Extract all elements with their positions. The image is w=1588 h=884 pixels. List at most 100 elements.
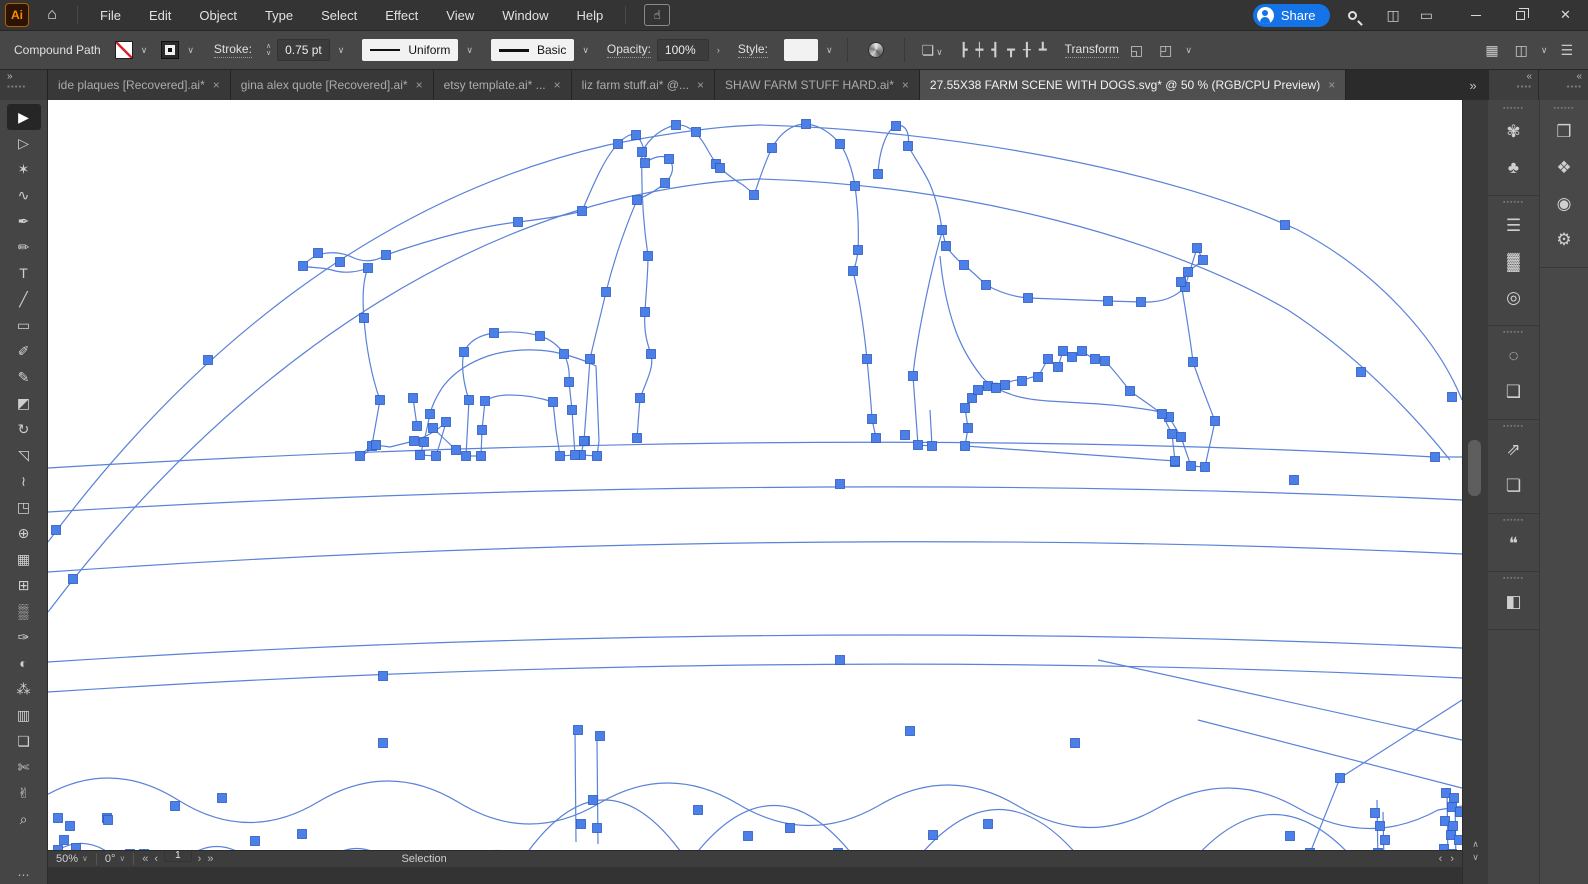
anchor-point[interactable] <box>871 433 881 443</box>
low-arc-1[interactable] <box>48 634 1462 663</box>
vertical-scrollbar[interactable]: ∧ ∨ <box>1462 100 1488 884</box>
workspace-grid-icon[interactable]: ▦ <box>1480 42 1503 59</box>
menu-item-effect[interactable]: Effect <box>371 0 432 31</box>
last-artboard-button[interactable]: » <box>207 851 213 867</box>
stroke-profile-select[interactable]: Uniform <box>362 39 459 61</box>
first-artboard-button[interactable]: « <box>142 851 148 867</box>
anchor-point[interactable] <box>1454 835 1463 845</box>
tab-overflow-button[interactable]: » <box>1458 70 1488 100</box>
arrange-documents-icon[interactable]: ◫ <box>1510 42 1533 59</box>
rotation-select[interactable]: 0° ∨ <box>105 851 125 867</box>
anchor-point[interactable] <box>833 848 843 851</box>
rectangle-tool[interactable]: ▭ <box>7 312 41 338</box>
anchor-point[interactable] <box>1430 452 1440 462</box>
stroke-label[interactable]: Stroke: <box>213 42 252 58</box>
anchor-point[interactable] <box>592 823 602 833</box>
arc-right-inner[interactable] <box>759 178 1451 461</box>
export-panel-button[interactable]: ⇗ <box>1494 433 1534 467</box>
anchor-point[interactable] <box>1043 354 1053 364</box>
document-tab[interactable]: liz farm stuff.ai* @... × <box>571 70 715 100</box>
anchor-point[interactable] <box>908 371 918 381</box>
ground-arc[interactable] <box>48 441 1462 469</box>
stroke-panel-button[interactable]: ☰ <box>1494 209 1534 243</box>
anchor-point[interactable] <box>1188 357 1198 367</box>
anchor-point[interactable] <box>640 307 650 317</box>
anchor-point[interactable] <box>873 169 883 179</box>
arc-left-inner[interactable] <box>48 178 761 613</box>
paintbrush-tool[interactable]: ✐ <box>7 338 41 364</box>
restore-button[interactable] <box>1498 0 1543 31</box>
anchor-point[interactable] <box>959 260 969 270</box>
anchor-point[interactable] <box>103 815 113 825</box>
appearance-panel-button[interactable]: ◌ <box>1494 339 1534 373</box>
arc-left-outer[interactable] <box>48 124 761 543</box>
anchor-point[interactable] <box>1157 409 1167 419</box>
anchor-point[interactable] <box>643 251 653 261</box>
anchor-point[interactable] <box>592 451 602 461</box>
anchor-point[interactable] <box>573 725 583 735</box>
lasso-tool[interactable]: ∿ <box>7 182 41 208</box>
menu-item-type[interactable]: Type <box>251 0 307 31</box>
anchor-point[interactable] <box>1289 475 1299 485</box>
anchor-point[interactable] <box>570 450 580 460</box>
minimize-button[interactable] <box>1453 0 1498 31</box>
anchor-point[interactable] <box>801 119 811 129</box>
fill-swatch[interactable] <box>114 41 133 59</box>
dock-group-grip[interactable]: ▪▪▪▪▪▪ <box>1488 423 1539 431</box>
select-similar-icon[interactable]: ◰ <box>1154 42 1177 59</box>
free-transform-tool[interactable]: ◳ <box>7 494 41 520</box>
anchor-point[interactable] <box>217 793 227 803</box>
tab-close-icon[interactable]: × <box>1328 78 1335 92</box>
anchor-point[interactable] <box>477 425 487 435</box>
anchor-point[interactable] <box>664 154 674 164</box>
hand-tool[interactable]: ✌ <box>7 780 41 806</box>
anchor-point[interactable] <box>381 250 391 260</box>
anchor-point[interactable] <box>459 347 469 357</box>
anchor-point[interactable] <box>415 450 425 460</box>
dock-group-grip[interactable]: ▪▪▪▪▪▪ <box>1488 199 1539 207</box>
gradient-tool[interactable]: ▒ <box>7 598 41 624</box>
anchor-point[interactable] <box>867 414 877 424</box>
transparency-panel-button[interactable]: ◎ <box>1494 281 1534 315</box>
goat-outline[interactable] <box>636 123 877 439</box>
document-tab[interactable]: ide plaques [Recovered].ai* × <box>48 70 231 100</box>
shaper-tool[interactable]: ✎ <box>7 364 41 390</box>
dock-group-grip[interactable]: ▪▪▪▪▪▪ <box>1488 575 1539 583</box>
anchor-point[interactable] <box>1058 346 1068 356</box>
previous-artboard-button[interactable]: ‹ <box>154 851 158 867</box>
anchor-point[interactable] <box>139 849 149 851</box>
anchor-point[interactable] <box>1356 367 1366 377</box>
scrollbar-thumb[interactable] <box>1468 440 1481 496</box>
anchor-point[interactable] <box>1447 392 1457 402</box>
panel-layout-icon[interactable]: ▭ <box>1410 7 1443 24</box>
transform-label[interactable]: Transform <box>1064 42 1119 58</box>
gradient-panel-button[interactable]: ▓ <box>1494 245 1534 279</box>
bush-bumps[interactable] <box>48 842 1462 850</box>
scale-tool[interactable]: ◹ <box>7 442 41 468</box>
anchor-point[interactable] <box>637 147 647 157</box>
align-button-0[interactable]: ┣ <box>956 42 972 57</box>
document-tab[interactable]: 27.55X38 FARM SCENE WITH DOGS.svg* @ 50 … <box>919 70 1347 100</box>
stroke-swatch[interactable] <box>161 41 180 59</box>
anchor-point[interactable] <box>693 805 703 815</box>
band-arc-2[interactable] <box>48 541 1462 573</box>
rotate-tool[interactable]: ↻ <box>7 416 41 442</box>
artboard-tool[interactable]: ❏ <box>7 728 41 754</box>
anchor-point[interactable] <box>1023 293 1033 303</box>
anchor-point[interactable] <box>1125 386 1135 396</box>
anchor-point[interactable] <box>170 801 180 811</box>
band-arc-1[interactable] <box>48 486 1462 513</box>
anchor-point[interactable] <box>297 829 307 839</box>
anchor-point[interactable] <box>1370 808 1380 818</box>
anchor-point[interactable] <box>983 819 993 829</box>
anchor-point[interactable] <box>555 451 565 461</box>
anchor-point[interactable] <box>375 395 385 405</box>
anchor-point[interactable] <box>835 139 845 149</box>
zoom-level-select[interactable]: 50% ∨ <box>56 851 88 867</box>
search-icon[interactable] <box>1347 10 1357 20</box>
style-chevron-icon[interactable]: ∨ <box>824 45 835 56</box>
anchor-point[interactable] <box>535 331 545 341</box>
brush-chevron-icon[interactable]: ∨ <box>580 45 591 56</box>
anchor-point[interactable] <box>835 655 845 665</box>
width-tool[interactable]: ≀ <box>7 468 41 494</box>
